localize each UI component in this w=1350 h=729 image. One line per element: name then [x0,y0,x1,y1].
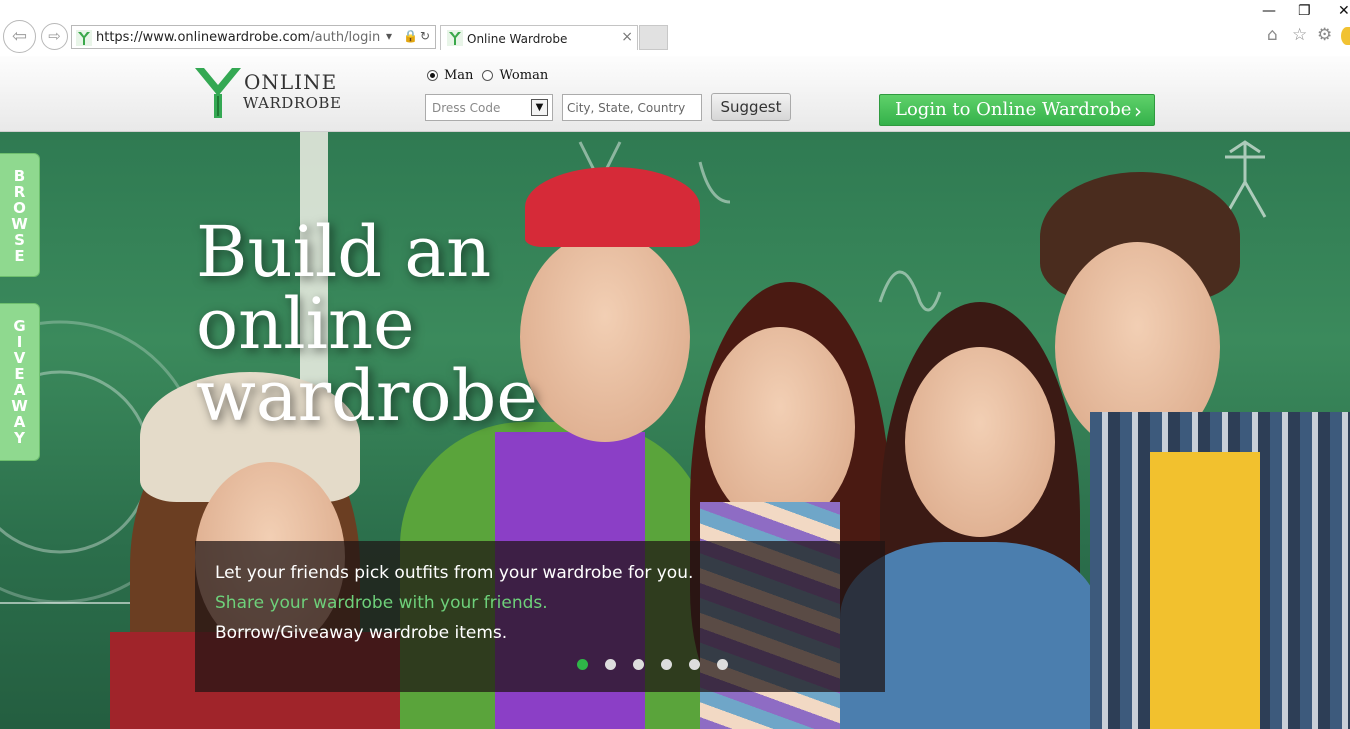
browse-letter: S [14,231,25,249]
favorites-star-icon[interactable]: ☆ [1292,25,1307,45]
restore-icon[interactable]: ❐ [1298,3,1311,19]
slide-dot[interactable] [689,659,700,670]
hero-caption-box: Let your friends pick outfits from your … [195,541,885,692]
giveaway-letter: A [13,381,26,399]
giveaway-side-tab[interactable]: G I V E A W A Y [0,303,40,461]
address-bar[interactable]: https://www.onlinewardrobe.com/auth/logi… [71,25,436,49]
slide-indicator [577,659,745,670]
location-input[interactable]: City, State, Country [562,94,702,121]
hero-headline: Build an online wardrobe [196,216,538,432]
site-favicon-icon [76,30,92,46]
browse-letter: O [13,199,26,217]
site-header: ONLINE WARDROBE Man Woman Dress Code ▼ C… [0,56,1350,132]
close-window-icon[interactable]: ✕ [1338,3,1350,19]
tab-favicon-icon [447,30,463,46]
login-button-label: Login to Online Wardrobe [895,99,1132,120]
settings-gear-icon[interactable]: ⚙ [1317,25,1332,45]
slide-dot[interactable] [577,659,588,670]
radio-man-label[interactable]: Man [444,68,473,83]
browser-chrome: ⇦ ⇨ https://www.onlinewardrobe.com/auth/… [0,0,1350,56]
minimize-icon[interactable]: — [1262,3,1276,19]
browse-letter: W [11,215,28,233]
giveaway-letter: W [11,397,28,415]
forward-button[interactable]: ⇨ [41,23,68,50]
browse-letter: B [13,167,26,185]
person-5-tshirt [1150,452,1260,729]
hanger-logo-icon [195,68,241,118]
headline-line-3: wardrobe [196,355,538,437]
lock-icon[interactable]: 🔒 [403,29,418,43]
browse-side-tab[interactable]: B R O W S E [0,153,40,277]
chevron-right-icon: › [1134,99,1142,123]
person-3-face [705,327,855,527]
person-4-face [905,347,1055,537]
refresh-icon[interactable]: ↻ [420,29,430,43]
giveaway-letter: A [13,413,26,431]
headline-line-1: Build an [196,211,492,293]
caption-line-3: Borrow/Giveaway wardrobe items. [215,623,508,643]
dress-code-select[interactable]: Dress Code ▼ [425,94,553,121]
person-2-cap [525,167,700,247]
site-logo[interactable]: ONLINE WARDROBE [194,66,344,120]
slide-dot[interactable] [661,659,672,670]
tab-close-icon[interactable]: × [621,29,633,45]
chevron-down-icon[interactable]: ▼ [531,99,548,116]
radio-woman[interactable] [482,70,494,81]
slide-dot[interactable] [605,659,616,670]
login-button[interactable]: Login to Online Wardrobe › [879,94,1155,126]
person-2-face [520,232,690,442]
feedback-smiley-icon[interactable] [1341,27,1350,45]
forward-arrow-icon: ⇨ [48,27,61,45]
url-text: https://www.onlinewardrobe.com/auth/logi… [96,30,381,45]
giveaway-letter: I [16,333,23,351]
giveaway-letter: E [14,365,25,383]
caption-line-1: Let your friends pick outfits from your … [215,563,694,583]
giveaway-letter: G [13,317,26,335]
suggest-button[interactable]: Suggest [711,93,791,121]
browse-letter: E [14,247,25,265]
back-arrow-icon: ⇦ [11,25,28,47]
slide-dot[interactable] [633,659,644,670]
giveaway-letter: V [13,349,26,367]
tab-title: Online Wardrobe [467,32,568,46]
caption-line-2: Share your wardrobe with your friends. [215,593,548,613]
browse-letter: R [13,183,26,201]
giveaway-letter: Y [14,429,25,447]
dropdown-icon[interactable]: ▾ [386,29,392,43]
browser-tab[interactable]: Online Wardrobe × [440,25,638,50]
radio-man[interactable] [427,70,438,81]
dress-code-value: Dress Code [432,101,501,115]
headline-line-2: online [196,283,415,365]
logo-text-wardrobe: WARDROBE [243,94,342,112]
logo-text-online: ONLINE [244,70,338,94]
slide-dot[interactable] [717,659,728,670]
hero-banner: Build an online wardrobe B R O W S E G I… [0,132,1350,729]
new-tab-button[interactable] [639,25,668,50]
home-icon[interactable]: ⌂ [1267,25,1278,45]
gender-radio-group: Man Woman [427,68,557,83]
radio-woman-label[interactable]: Woman [499,68,548,83]
back-button[interactable]: ⇦ [3,20,36,53]
